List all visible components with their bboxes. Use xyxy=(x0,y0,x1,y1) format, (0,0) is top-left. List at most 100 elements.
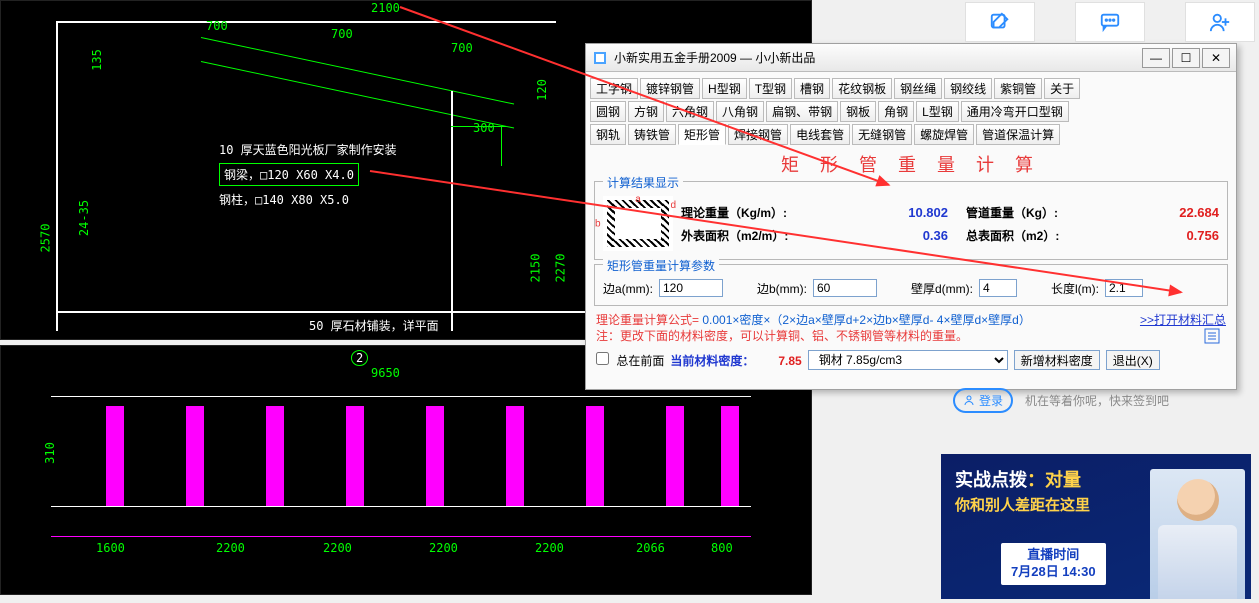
tab[interactable]: 角钢 xyxy=(878,101,914,122)
side-b-input[interactable] xyxy=(813,279,877,297)
params-legend: 矩形管重量计算参数 xyxy=(603,257,719,274)
tab[interactable]: 螺旋焊管 xyxy=(914,124,974,145)
side-b-label: 边b(mm): xyxy=(757,280,807,297)
result-weight-per-m: 10.802 xyxy=(868,205,948,220)
cad-dim: 700 xyxy=(206,19,228,33)
tab-row-3: 钢轨 铸铁管 矩形管 焊接钢管 电线套管 无缝钢管 螺旋焊管 管道保温计算 xyxy=(590,124,1232,145)
tab[interactable]: 通用冷弯开口型钢 xyxy=(961,101,1069,122)
cad-dim: 2100 xyxy=(371,1,400,15)
promo-time-box: 直播时间 7月28日 14:30 xyxy=(1001,543,1106,585)
tab[interactable]: 槽钢 xyxy=(794,78,830,99)
tab[interactable]: 钢丝绳 xyxy=(894,78,942,99)
always-on-top-checkbox[interactable]: 总在前面 xyxy=(596,352,664,369)
side-a-input[interactable] xyxy=(659,279,723,297)
cad-note: 10 厚天蓝色阳光板厂家制作安装 xyxy=(219,141,397,158)
cad-note: 50 厚石材铺装，详平面 xyxy=(309,317,439,334)
cad-note: 钢柱，□140 X80 X5.0 xyxy=(219,191,349,208)
summary-icon[interactable] xyxy=(1204,328,1220,348)
bottom-bar: 总在前面 当前材料密度： 7.85 钢材 7.85g/cm3 新增材料密度 退出… xyxy=(596,350,1226,370)
tab[interactable]: 关于 xyxy=(1044,78,1080,99)
tab[interactable]: T型钢 xyxy=(749,78,792,99)
results-legend: 计算结果显示 xyxy=(603,174,683,191)
tab[interactable]: 方钢 xyxy=(628,101,664,122)
tab[interactable]: 扁钢、带钢 xyxy=(766,101,838,122)
tab-row-1: 工字钢 镀锌钢管 H型钢 T型钢 槽钢 花纹钢板 钢丝绳 钢绞线 紫铜管 关于 xyxy=(590,78,1232,99)
close-button[interactable]: ✕ xyxy=(1202,48,1230,68)
result-key: 管道重量（Kg）: xyxy=(966,204,1121,221)
tab[interactable]: L型钢 xyxy=(916,101,959,122)
formula-note: 注：更改下面的材料密度，可以计算铜、铝、不锈钢管等材料的重量。 xyxy=(596,329,968,343)
promo-banner[interactable]: 实战点拨：对量 你和别人差距在这里 直播时间 7月28日 14:30 xyxy=(941,454,1251,599)
cad-dim: 2200 xyxy=(323,541,352,555)
cad-dim: 700 xyxy=(451,41,473,55)
icon-a-label: a xyxy=(635,194,641,205)
tab-active[interactable]: 矩形管 xyxy=(678,124,726,145)
tab[interactable]: 铸铁管 xyxy=(628,124,676,145)
cad-dim: 2066 xyxy=(636,541,665,555)
write-icon[interactable] xyxy=(965,2,1035,42)
tab[interactable]: 电线套管 xyxy=(790,124,850,145)
tab[interactable]: 八角钢 xyxy=(716,101,764,122)
page-title: 矩 形 管 重 量 计 算 xyxy=(586,151,1236,177)
thickness-label: 壁厚d(mm): xyxy=(911,280,973,297)
cad-note-boxed: 钢梁，□120 X60 X4.0 xyxy=(219,163,359,186)
density-label: 当前材料密度： xyxy=(670,354,754,368)
cad-bubble: 2 xyxy=(351,350,368,366)
formula-prefix: 理论重量计算公式= xyxy=(596,313,702,327)
cad-dim: 135 xyxy=(90,49,104,71)
icon-b-label: b xyxy=(595,218,601,229)
tab[interactable]: H型钢 xyxy=(702,78,747,99)
open-materials-link[interactable]: >>打开材料汇总 xyxy=(1140,312,1226,328)
titlebar[interactable]: 小新实用五金手册2009 — 小小新出品 — ☐ ✕ xyxy=(586,44,1236,72)
promo-title-a: 实战点拨 xyxy=(955,470,1027,490)
cad-dim: 700 xyxy=(331,27,353,41)
chat-icon[interactable] xyxy=(1075,2,1145,42)
cad-dim: 300 xyxy=(473,121,495,135)
tab[interactable]: 焊接钢管 xyxy=(728,124,788,145)
tab[interactable]: 工字钢 xyxy=(590,78,638,99)
right-icon-row xyxy=(965,2,1255,42)
cad-dim: 2270 xyxy=(553,254,567,283)
add-density-button[interactable]: 新增材料密度 xyxy=(1014,350,1100,370)
result-area-per-m: 0.36 xyxy=(868,228,948,243)
cad-dim: 1600 xyxy=(96,541,125,555)
thickness-input[interactable] xyxy=(979,279,1017,297)
tab[interactable]: 钢轨 xyxy=(590,124,626,145)
results-group: 计算结果显示 a b d 理论重量（Kg/m）: 10.802 管道重量（Kg）… xyxy=(594,181,1228,260)
cad-dim: 2200 xyxy=(429,541,458,555)
cad-dim: 9650 xyxy=(371,366,400,380)
result-weight-total: 22.684 xyxy=(1139,205,1219,220)
tab[interactable]: 花纹钢板 xyxy=(832,78,892,99)
cad-dim: 2200 xyxy=(535,541,564,555)
cad-dim: 2200 xyxy=(216,541,245,555)
add-user-icon[interactable] xyxy=(1185,2,1255,42)
density-value: 7.85 xyxy=(758,354,802,368)
login-hint: 登录 机在等着你呢，快来签到吧 xyxy=(941,380,1251,420)
material-select[interactable]: 钢材 7.85g/cm3 xyxy=(808,350,1008,370)
exit-button[interactable]: 退出(X) xyxy=(1106,350,1160,370)
cad-dim: 120 xyxy=(535,79,549,101)
minimize-button[interactable]: — xyxy=(1142,48,1170,68)
promo-live-label: 直播时间 xyxy=(1011,547,1096,564)
tab[interactable]: 紫铜管 xyxy=(994,78,1042,99)
tab[interactable]: 钢板 xyxy=(840,101,876,122)
tab[interactable]: 管道保温计算 xyxy=(976,124,1060,145)
formula-expression: 0.001×密度×（2×边a×壁厚d+2×边b×壁厚d- 4×壁厚d×壁厚d） xyxy=(702,313,1031,327)
login-chip[interactable]: 登录 xyxy=(953,388,1013,413)
cad-dim: 2570 xyxy=(38,224,52,253)
result-key: 总表面积（m2）: xyxy=(966,227,1121,244)
tab[interactable]: 钢绞线 xyxy=(944,78,992,99)
tab[interactable]: 无缝钢管 xyxy=(852,124,912,145)
promo-portrait-icon xyxy=(1150,469,1245,599)
tab[interactable]: 圆钢 xyxy=(590,101,626,122)
login-chip-text: 登录 xyxy=(979,392,1003,409)
cad-dim: 2150 xyxy=(528,254,542,283)
promo-title-sep: ： xyxy=(1027,470,1045,490)
cad-dim: 310 xyxy=(43,442,57,464)
window-title: 小新实用五金手册2009 — 小小新出品 xyxy=(614,49,1140,66)
result-area-total: 0.756 xyxy=(1139,228,1219,243)
maximize-button[interactable]: ☐ xyxy=(1172,48,1200,68)
login-hint-text: 机在等着你呢，快来签到吧 xyxy=(1025,392,1169,409)
formula-block: 理论重量计算公式= 0.001×密度×（2×边a×壁厚d+2×边b×壁厚d- 4… xyxy=(596,312,1226,344)
cad-dim: 24-35 xyxy=(77,200,91,236)
